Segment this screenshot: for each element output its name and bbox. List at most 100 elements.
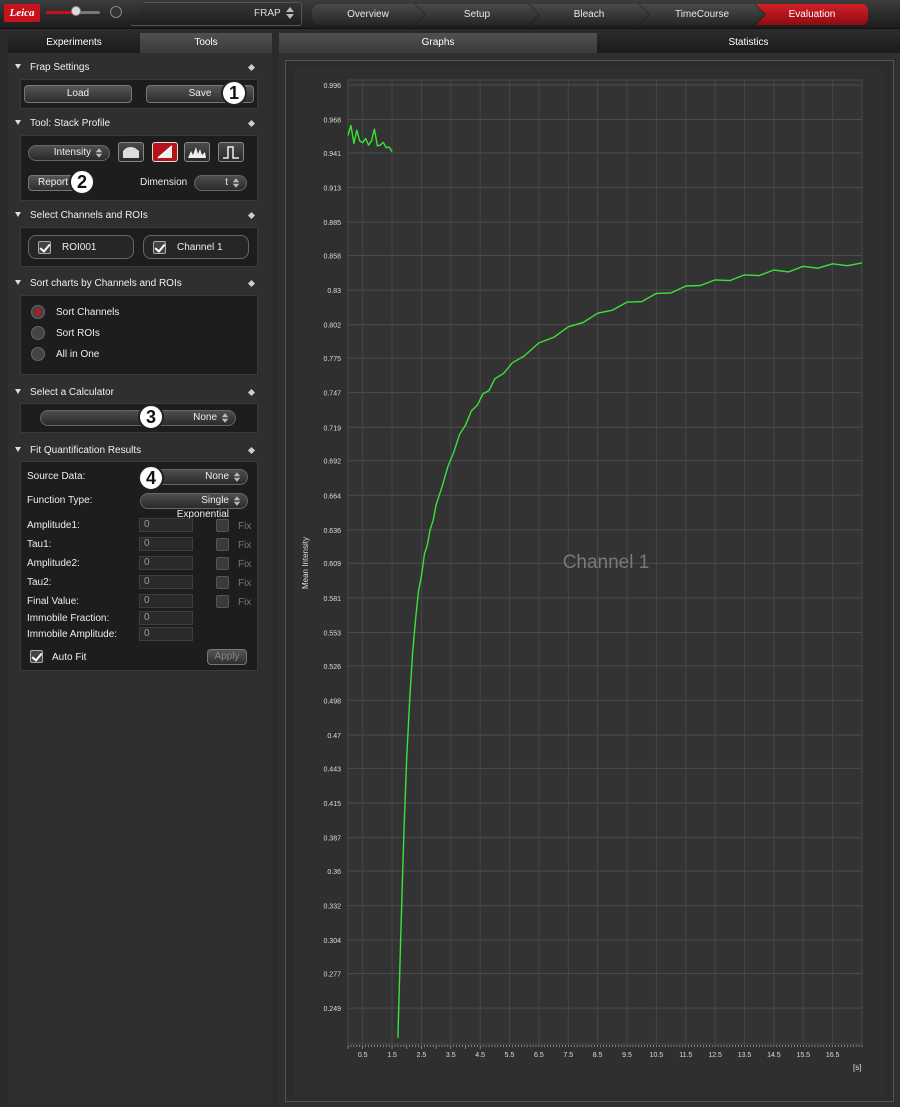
pin-icon[interactable]: [247, 63, 256, 72]
spinner-icon: [233, 471, 241, 482]
amplitude2-field[interactable]: 0: [139, 556, 193, 570]
dimension-value: t: [225, 177, 228, 188]
y-tick-label: 0.498: [323, 698, 341, 705]
callout-1: 1: [221, 80, 247, 106]
y-tick-label: 0.47: [327, 733, 341, 740]
y-tick-label: 0.692: [323, 459, 341, 466]
tau1-field[interactable]: 0: [139, 537, 193, 551]
y-tick-label: 0.968: [323, 118, 341, 125]
slider-handle[interactable]: [70, 6, 81, 16]
param-label: Final Value:: [27, 596, 80, 607]
param-label: Amplitude1:: [27, 520, 80, 531]
calculator-value: None: [193, 412, 217, 423]
x-tick-label: 2.5: [417, 1052, 427, 1059]
x-tick-label: 4.5: [475, 1052, 485, 1059]
spinner-icon: [233, 495, 241, 506]
fix-checkbox[interactable]: [216, 519, 229, 532]
tau2-field[interactable]: 0: [139, 575, 193, 589]
immobile-amplitude-field[interactable]: 0: [139, 627, 193, 641]
spinner-icon: [232, 177, 240, 188]
fix-checkbox[interactable]: [216, 595, 229, 608]
intensity-select[interactable]: Intensity: [28, 145, 110, 161]
step-overview[interactable]: Overview: [312, 4, 424, 25]
diagonal-profile-icon[interactable]: [152, 142, 178, 162]
collapse-icon: [15, 280, 21, 285]
param-label: Tau1:: [27, 539, 52, 550]
pin-icon[interactable]: [247, 446, 256, 455]
roi-toggle[interactable]: ROI001: [28, 235, 134, 259]
apply-button[interactable]: Apply: [207, 649, 247, 665]
y-tick-label: 0.443: [323, 766, 341, 773]
y-tick-label: 0.719: [323, 425, 341, 432]
param-label: Tau2:: [27, 577, 52, 588]
workflow-steps: Overview Setup Bleach TimeCourse Evaluat…: [312, 4, 868, 25]
y-tick-label: 0.664: [323, 493, 341, 500]
pin-icon[interactable]: [247, 279, 256, 288]
fix-checkbox[interactable]: [216, 557, 229, 570]
tab-experiments[interactable]: Experiments: [8, 33, 140, 53]
roi-checkbox[interactable]: [38, 241, 51, 254]
callout-4: 4: [138, 465, 164, 491]
x-tick-label: 11.5: [679, 1052, 692, 1059]
y-tick-label: 0.332: [323, 904, 341, 911]
final-value-field[interactable]: 0: [139, 594, 193, 608]
fit-header[interactable]: Fit Quantification Results: [12, 443, 258, 459]
pin-icon[interactable]: [247, 211, 256, 220]
right-tabs: Graphs Statistics: [279, 33, 900, 53]
radio-all-in-one[interactable]: [31, 347, 45, 361]
y-tick-label: 0.885: [323, 220, 341, 227]
profile-shape-icon[interactable]: [118, 142, 144, 162]
immobile-fraction-field[interactable]: 0: [139, 611, 193, 625]
top-toolbar: Leica FRAP Overview Setup Bleach TimeCou…: [0, 0, 900, 29]
step-timecourse[interactable]: TimeCourse: [640, 4, 764, 25]
frap-settings-header[interactable]: Frap Settings: [12, 60, 258, 76]
leica-logo: Leica: [4, 4, 40, 22]
radio-sort-rois[interactable]: [31, 326, 45, 340]
pin-icon[interactable]: [247, 119, 256, 128]
collapse-icon: [15, 212, 21, 217]
y-tick-label: 0.775: [323, 356, 341, 363]
sort-charts-header[interactable]: Sort charts by Channels and ROIs: [12, 276, 258, 292]
tab-statistics[interactable]: Statistics: [597, 33, 900, 53]
step-setup[interactable]: Setup: [416, 4, 538, 25]
auto-fit-label: Auto Fit: [52, 652, 87, 663]
y-tick-label: 0.913: [323, 186, 341, 193]
fix-label: Fix: [238, 540, 252, 551]
section-title: Tool: Stack Profile: [30, 118, 111, 129]
calculator-header[interactable]: Select a Calculator: [12, 385, 258, 401]
function-type-value: Single Exponential: [176, 495, 229, 520]
y-tick-label: 0.553: [323, 630, 341, 637]
peak-icon[interactable]: [218, 142, 244, 162]
stack-profile-header[interactable]: Tool: Stack Profile: [12, 116, 258, 132]
amplitude1-field[interactable]: 0: [139, 518, 193, 532]
histogram-icon[interactable]: [184, 142, 210, 162]
tab-graphs[interactable]: Graphs: [279, 33, 597, 53]
channel-toggle[interactable]: Channel 1: [143, 235, 249, 259]
section-title: Frap Settings: [30, 62, 90, 73]
power-icon[interactable]: [110, 6, 122, 18]
fix-checkbox[interactable]: [216, 576, 229, 589]
radio-sort-channels[interactable]: [31, 305, 45, 319]
y-tick-label: 0.83: [327, 288, 341, 295]
fix-checkbox[interactable]: [216, 538, 229, 551]
x-tick-label: 13.5: [738, 1052, 752, 1059]
channels-rois-header[interactable]: Select Channels and ROIs: [12, 208, 258, 224]
intensity-chart: 0.996 0.968 0.941 0.913 0.885 0.858 0.83 0.802 0…: [294, 68, 884, 1098]
channel-checkbox[interactable]: [153, 241, 166, 254]
x-tick-label: 12.5: [708, 1052, 722, 1059]
x-tick-label: 14.5: [767, 1052, 781, 1059]
step-bleach[interactable]: Bleach: [530, 4, 648, 25]
auto-fit-checkbox[interactable]: [30, 650, 43, 663]
pin-icon[interactable]: [247, 388, 256, 397]
step-evaluation[interactable]: Evaluation: [756, 4, 868, 25]
load-button[interactable]: Load: [24, 85, 132, 103]
y-tick-label: 0.304: [323, 938, 341, 945]
y-tick-label: 0.277: [323, 972, 341, 979]
brightness-slider[interactable]: [46, 6, 100, 16]
dimension-select[interactable]: t: [194, 175, 247, 191]
mode-spinner-icon[interactable]: [285, 6, 295, 20]
x-axis-unit: [s]: [853, 1063, 861, 1072]
function-type-select[interactable]: Single Exponential: [140, 493, 248, 520]
fix-label: Fix: [238, 559, 252, 570]
tab-tools[interactable]: Tools: [140, 33, 272, 53]
